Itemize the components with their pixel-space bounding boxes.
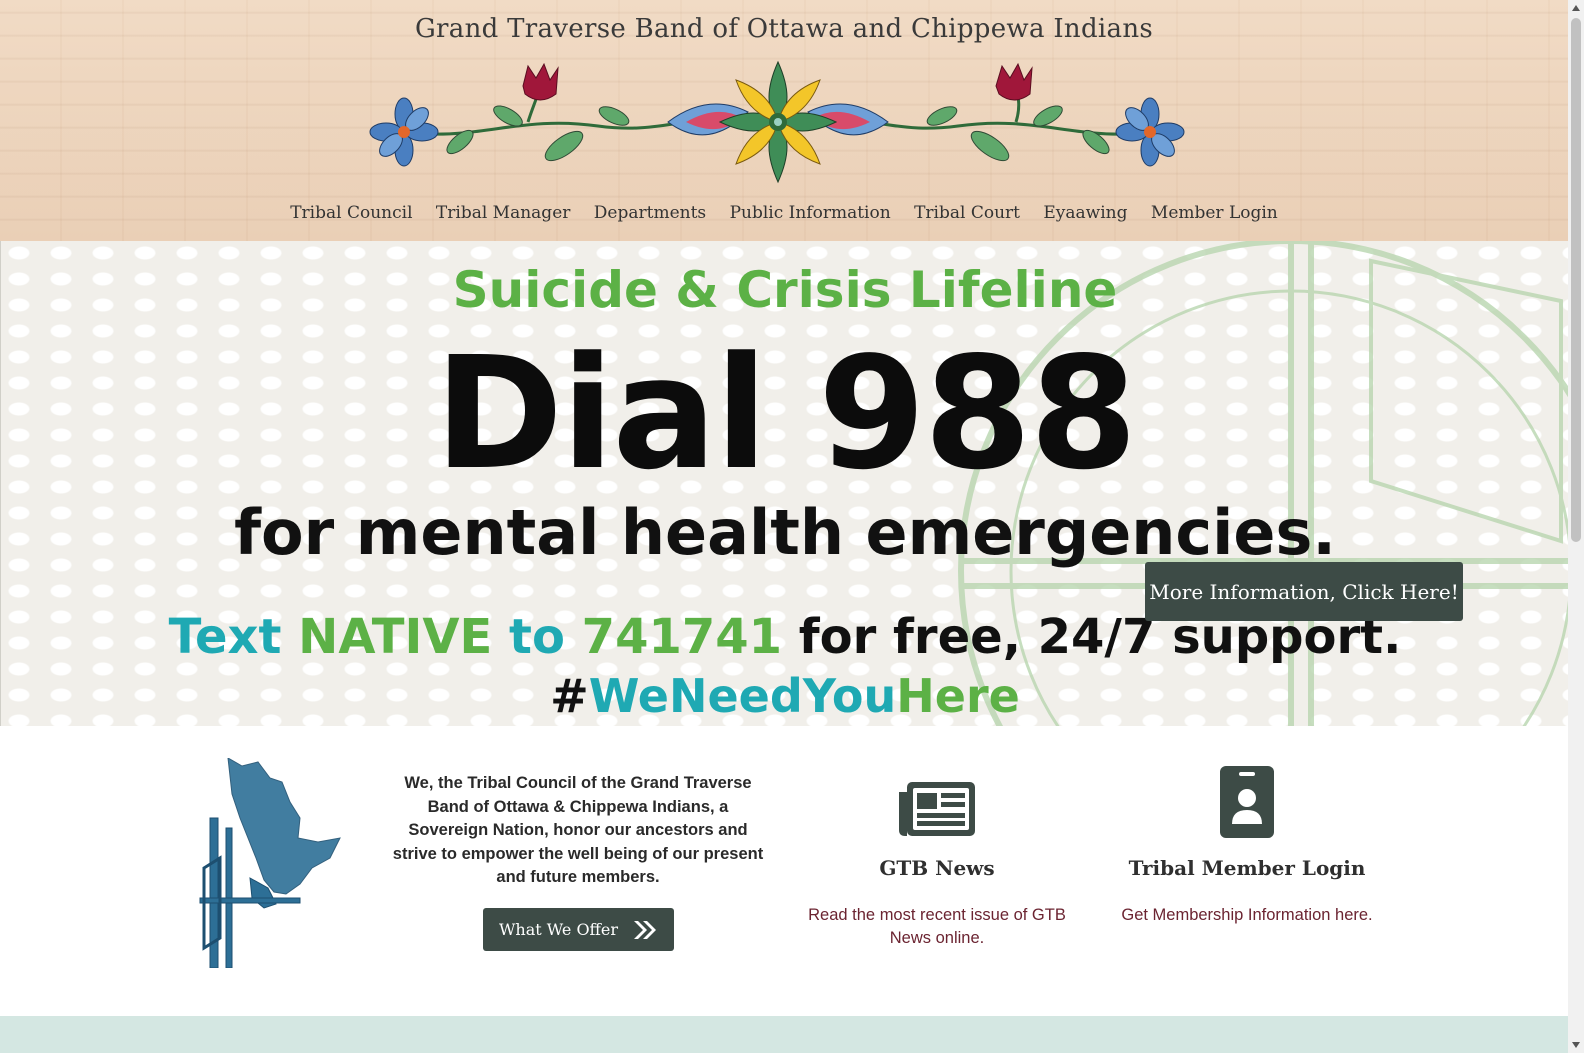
hero-dial-number: Dial 988 [434, 323, 1137, 504]
text-native: NATIVE [298, 609, 493, 665]
scroll-down-arrow-icon[interactable] [1572, 1042, 1580, 1048]
what-we-offer-label: What We Offer [498, 920, 619, 939]
hashtag-here: Here [896, 669, 1020, 723]
site-title[interactable]: Grand Traverse Band of Ottawa and Chippe… [0, 14, 1568, 44]
text-number: 741741 [581, 609, 783, 665]
hashtag-we-need-you: WeNeedYou [588, 669, 897, 723]
gtb-news-title[interactable]: GTB News [787, 856, 1087, 880]
floral-beadwork-icon [369, 60, 1185, 184]
site-header: Grand Traverse Band of Ottawa and Chippe… [0, 0, 1568, 241]
hashtag-hash: # [550, 669, 589, 723]
nav-public-information[interactable]: Public Information [730, 203, 891, 223]
hero-lifeline-heading: Suicide & Crisis Lifeline [452, 261, 1118, 319]
gtb-news-desc[interactable]: Read the most recent issue of GTB News o… [787, 904, 1087, 950]
newspaper-icon [899, 782, 975, 836]
tribal-member-login-card[interactable]: Tribal Member Login Get Membership Infor… [1097, 758, 1397, 927]
tribal-member-login-title[interactable]: Tribal Member Login [1097, 856, 1397, 880]
footer-band [0, 1016, 1568, 1053]
nav-tribal-council[interactable]: Tribal Council [290, 203, 412, 223]
text-to: to [509, 609, 565, 665]
hero-hashtag: #WeNeedYouHere [1, 669, 1569, 723]
mission-statement: We, the Tribal Council of the Grand Trav… [392, 774, 764, 886]
more-information-button[interactable]: More Information, Click Here! [1145, 562, 1463, 621]
gtb-news-card[interactable]: GTB News Read the most recent issue of G… [787, 758, 1087, 950]
hero-banner[interactable]: Suicide & Crisis Lifeline Dial 988 for m… [0, 241, 1569, 726]
nav-departments[interactable]: Departments [594, 203, 706, 223]
nav-member-login[interactable]: Member Login [1151, 203, 1278, 223]
eagle-logo-icon [199, 758, 341, 968]
tribal-member-login-desc[interactable]: Get Membership Information here. [1097, 904, 1397, 927]
main-nav: Tribal Council Tribal Manager Department… [0, 203, 1568, 223]
nav-tribal-court[interactable]: Tribal Court [914, 203, 1020, 223]
text-prefix: Text [168, 609, 282, 665]
what-we-offer-button[interactable]: What We Offer [483, 908, 674, 951]
double-chevron-right-icon [634, 920, 657, 939]
id-badge-icon [1220, 766, 1274, 838]
page-scrollbar[interactable] [1568, 0, 1584, 1053]
hero-emergencies-text: for mental health emergencies. [234, 496, 1336, 569]
nav-eyaawing[interactable]: Eyaawing [1043, 203, 1127, 223]
scroll-up-arrow-icon[interactable] [1572, 5, 1580, 11]
scrollbar-thumb[interactable] [1571, 18, 1581, 542]
nav-tribal-manager[interactable]: Tribal Manager [436, 203, 570, 223]
